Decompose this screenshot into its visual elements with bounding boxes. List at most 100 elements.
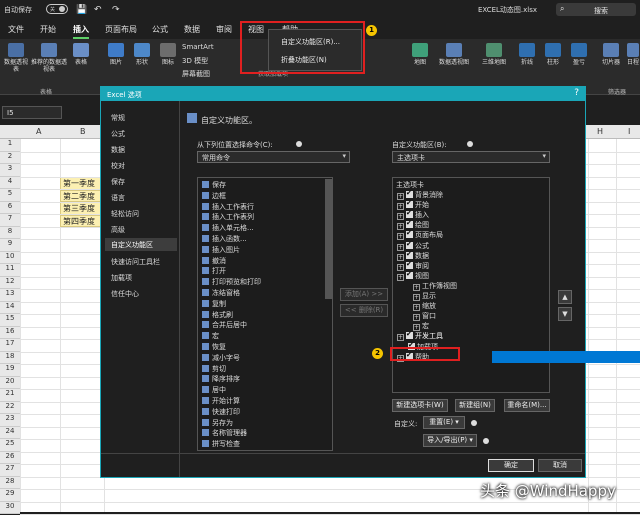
tab-file[interactable]: 文件 (8, 24, 24, 35)
move-down-button[interactable]: ▼ (558, 307, 572, 321)
row-header[interactable]: 7 (0, 214, 20, 227)
sparkline-winloss-button[interactable]: 盈亏 (568, 43, 590, 66)
command-item[interactable]: 拼写检查 (202, 439, 240, 449)
row-header[interactable]: 27 (0, 464, 20, 477)
nav-accessibility[interactable]: 轻松访问 (111, 209, 139, 219)
row-header[interactable]: 17 (0, 339, 20, 352)
command-item[interactable]: 保存 (202, 180, 226, 190)
row-header[interactable]: 8 (0, 226, 20, 239)
row-header[interactable]: 23 (0, 414, 20, 427)
tab-insert[interactable]: 插入 (73, 24, 89, 39)
nav-general[interactable]: 常规 (111, 113, 125, 123)
command-item[interactable]: 格式刷 (202, 310, 233, 320)
column-header-b[interactable]: B (80, 127, 86, 136)
command-item[interactable]: 边框 (202, 191, 226, 201)
row-header[interactable]: 26 (0, 451, 20, 464)
choose-commands-select[interactable]: 常用命令 (197, 151, 350, 163)
sparkline-column-button[interactable]: 柱形 (542, 43, 564, 66)
new-group-button[interactable]: 新建组(N) (455, 399, 495, 412)
row-header[interactable]: 19 (0, 364, 20, 377)
nav-formulas[interactable]: 公式 (111, 129, 125, 139)
shapes-button[interactable]: 形状 (132, 43, 152, 66)
redo-icon[interactable]: ↷ (112, 5, 120, 15)
expand-icon[interactable]: + (413, 294, 420, 301)
commands-list[interactable]: 保存 边框 插入工作表行 插入工作表列 插入单元格... 插入函数... 插入图片 撤消 打开打… (197, 177, 333, 451)
tree-item[interactable]: + 开始 (397, 199, 429, 211)
tree-item[interactable]: + 页面布局 (397, 229, 443, 241)
expand-icon[interactable]: + (397, 233, 404, 241)
row-header[interactable]: 6 (0, 201, 20, 214)
row-header[interactable]: 10 (0, 251, 20, 264)
column-header-i[interactable]: I (628, 127, 630, 136)
row-header[interactable]: 20 (0, 376, 20, 389)
smartart-button[interactable]: SmartArt (182, 43, 214, 51)
checkbox[interactable] (406, 189, 413, 198)
pictures-button[interactable]: 图片 (106, 43, 126, 66)
nav-language[interactable]: 语言 (111, 193, 125, 203)
icons-button[interactable]: 图标 (158, 43, 178, 66)
nav-advanced[interactable]: 高级 (111, 225, 125, 235)
pivot-table-button[interactable]: 数据透视表 (4, 43, 28, 73)
checkbox[interactable] (406, 229, 413, 239)
command-item[interactable]: 开始计算 (202, 396, 240, 406)
tree-item[interactable]: + 窗口 (413, 311, 436, 322)
search-box[interactable]: ⌕ 搜索 (556, 3, 636, 16)
command-item[interactable]: 打印预览和打印 (202, 277, 261, 287)
expand-icon[interactable]: + (397, 213, 404, 221)
table-button[interactable]: 表格 (72, 43, 90, 66)
row-header[interactable]: 13 (0, 289, 20, 302)
help-icon[interactable]: ? (574, 88, 579, 98)
command-item[interactable]: 插入工作表行 (202, 202, 254, 212)
new-tab-button[interactable]: 新建选项卡(W) (392, 399, 448, 412)
command-item[interactable]: 冻结窗格 (202, 288, 240, 298)
row-header[interactable]: 15 (0, 314, 20, 327)
row-header[interactable]: 11 (0, 264, 20, 277)
save-icon[interactable]: 💾 (76, 5, 87, 15)
tab-data[interactable]: 数据 (184, 24, 200, 35)
command-item[interactable]: 降序排序 (202, 374, 240, 384)
3d-map-button[interactable]: 三维地图 (480, 43, 508, 66)
row-header[interactable]: 14 (0, 301, 20, 314)
tree-item[interactable]: + 审阅 (397, 260, 429, 271)
checkbox[interactable] (406, 209, 413, 219)
cancel-button[interactable]: 取消 (538, 459, 582, 472)
command-item[interactable]: 快速打印 (202, 407, 240, 417)
command-item[interactable]: 打开 (202, 266, 226, 276)
command-item[interactable]: 恢复 (202, 342, 226, 352)
checkbox[interactable] (406, 219, 413, 229)
checkbox[interactable] (406, 240, 413, 249)
commands-scrollbar[interactable] (325, 179, 332, 299)
row-header[interactable]: 12 (0, 276, 20, 289)
tab-page-layout[interactable]: 页面布局 (105, 24, 137, 35)
expand-icon[interactable]: + (413, 304, 420, 312)
recommended-pivot-button[interactable]: 推荐的数据透视表 (30, 43, 68, 73)
row-header[interactable]: 21 (0, 389, 20, 402)
import-export-button[interactable]: 导入/导出(P) ▾ (423, 434, 477, 447)
remove-button[interactable]: << 删除(R) (340, 304, 388, 317)
timeline-button[interactable]: 日程 (626, 43, 640, 66)
expand-icon[interactable]: + (397, 273, 404, 281)
3d-model-button[interactable]: 3D 模型 (182, 56, 208, 66)
expand-icon[interactable]: + (397, 203, 404, 211)
expand-icon[interactable]: + (397, 243, 404, 251)
column-header-a[interactable]: A (36, 127, 41, 136)
checkbox[interactable] (406, 330, 413, 340)
command-item[interactable]: 插入单元格... (202, 223, 254, 233)
row-header[interactable]: 18 (0, 351, 20, 364)
customize-ribbon-select[interactable]: 主选项卡 (392, 151, 550, 163)
command-item[interactable]: 名称管理器 (202, 428, 247, 438)
command-item[interactable]: 另存为 (202, 418, 233, 428)
nav-trust-center[interactable]: 信任中心 (111, 289, 139, 299)
nav-customize-ribbon[interactable]: 自定义功能区 (105, 238, 177, 251)
row-header[interactable]: 28 (0, 476, 20, 489)
checkbox[interactable] (406, 270, 413, 279)
tree-item[interactable]: + 视图 (397, 270, 429, 281)
command-item[interactable]: 插入图片 (202, 245, 240, 255)
command-item[interactable]: 减小字号 (202, 353, 240, 363)
expand-icon[interactable]: + (397, 253, 404, 261)
nav-quick-access[interactable]: 快速访问工具栏 (111, 257, 160, 267)
row-header[interactable]: 30 (0, 501, 20, 514)
row-header[interactable]: 1 (0, 139, 20, 152)
row-header[interactable]: 2 (0, 151, 20, 164)
row-header[interactable]: 24 (0, 426, 20, 439)
